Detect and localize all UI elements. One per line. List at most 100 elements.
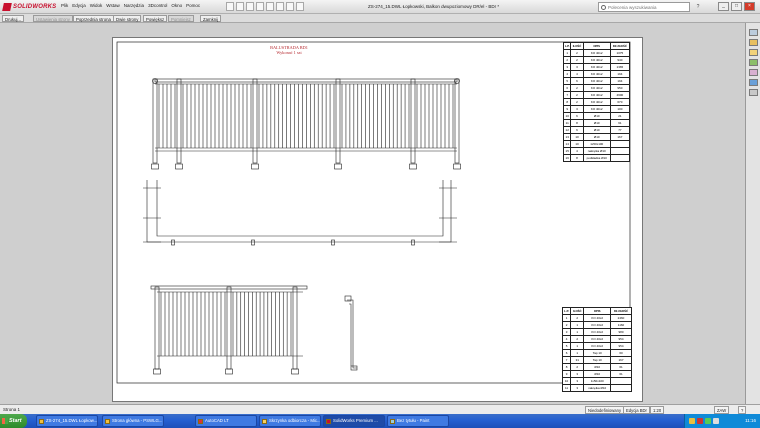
status-help[interactable]: ? bbox=[738, 406, 747, 414]
print-button[interactable]: Drukuj... bbox=[2, 15, 24, 22]
status-editing: Edycja BDr bbox=[623, 406, 650, 414]
zoom-in-button[interactable]: Powiększ bbox=[143, 15, 168, 22]
command-search bbox=[598, 2, 690, 12]
bom-cell: 3 bbox=[562, 63, 572, 71]
bom-cell: Ø10 bbox=[582, 119, 611, 127]
menu-view[interactable]: Widok bbox=[90, 3, 103, 8]
bom-cell: 3 bbox=[570, 370, 585, 378]
bom-cell: 4 bbox=[570, 70, 584, 78]
quick-access-toolbar bbox=[226, 2, 304, 11]
taskbar-item-browser[interactable]: Strona główna - PSWLG... bbox=[102, 415, 164, 427]
status-scale[interactable]: 1:20 bbox=[650, 406, 665, 414]
status-mode: ZAW bbox=[714, 406, 730, 414]
select-icon[interactable] bbox=[276, 2, 284, 11]
menu-window[interactable]: Okno bbox=[171, 3, 182, 8]
bom-row: 16 8 podkładka Ø10 bbox=[562, 154, 631, 162]
bom-cell: 100 bbox=[609, 105, 631, 113]
bom-header-cell: ILOŚĆ bbox=[570, 307, 585, 315]
menu-tools[interactable]: Narzędzia bbox=[124, 3, 144, 8]
railing-small-front-view bbox=[150, 285, 308, 375]
bom-header-cell: OPIS bbox=[583, 307, 611, 315]
menu-file[interactable]: Plik bbox=[61, 3, 68, 8]
design-library-icon[interactable] bbox=[749, 39, 758, 46]
taskbar-item-label: AutoCAD LT bbox=[205, 418, 229, 423]
small-post bbox=[292, 286, 298, 370]
bom-row: 14 10 1x50x100 bbox=[562, 140, 631, 148]
bom-cell: 1365 bbox=[609, 63, 631, 71]
bom-row: 9 3 KO 40x2 100 bbox=[562, 105, 631, 113]
maximize-icon[interactable]: □ bbox=[731, 2, 742, 11]
options-icon[interactable] bbox=[296, 2, 304, 11]
start-label: Start bbox=[9, 418, 22, 424]
custom-properties-icon[interactable] bbox=[749, 89, 758, 96]
bom-cell: 3 bbox=[561, 328, 572, 336]
tray-antivirus-icon[interactable] bbox=[697, 418, 703, 424]
start-button[interactable]: Start bbox=[0, 414, 27, 428]
taskbar-item-solidworks[interactable]: SolidWorks Premium ... bbox=[323, 415, 385, 427]
taskbar-item-document[interactable]: ZS-274_15.DWL Łopkow... bbox=[36, 415, 98, 427]
windows-taskbar: Start ZS-274_15.DWL Łopkow... Strona głó… bbox=[0, 414, 760, 428]
bom-cell: 2 bbox=[561, 321, 572, 329]
bom-row: 5 1 KO 40x2 954 bbox=[561, 342, 632, 350]
file-explorer-icon[interactable] bbox=[749, 49, 758, 56]
bom-cell: nakrętka Ø10 bbox=[582, 147, 611, 155]
two-pages-button[interactable]: Dwie strony bbox=[113, 15, 142, 22]
side-profile-inner bbox=[349, 303, 352, 366]
print-preview-toolbar: Drukuj... Ustawienia strony Poprzednia s… bbox=[0, 14, 760, 23]
bom-cell: 2 bbox=[570, 49, 584, 57]
bom-cell: 2 bbox=[570, 314, 585, 322]
taskbar-item-autocad[interactable]: AutoCAD LT bbox=[195, 415, 257, 427]
bom-cell: 61 bbox=[610, 370, 632, 378]
bom-cell: KO 40x2 bbox=[582, 84, 611, 92]
small-handrail bbox=[150, 285, 308, 290]
view-palette-icon[interactable] bbox=[749, 69, 758, 76]
bom-header-row: L.P. ILOŚĆ OPIS DŁUGOŚĆ bbox=[562, 42, 631, 50]
zoom-out-button[interactable]: Pomniejsz bbox=[168, 15, 194, 22]
taskbar-item-paint[interactable]: Bez tytułu - Paint bbox=[387, 415, 449, 427]
save-icon[interactable] bbox=[246, 2, 254, 11]
open-folder-icon[interactable] bbox=[236, 2, 244, 11]
bom-cell: 21 bbox=[609, 112, 631, 120]
print-icon[interactable] bbox=[256, 2, 264, 11]
bom-cell: 2460 bbox=[610, 314, 632, 322]
rebuild-icon[interactable] bbox=[286, 2, 294, 11]
search-pane-icon[interactable] bbox=[749, 59, 758, 66]
previous-page-button[interactable]: Poprzednia strona bbox=[73, 15, 114, 22]
minimize-icon[interactable]: _ bbox=[718, 2, 729, 11]
bom-cell: 1 bbox=[570, 328, 585, 336]
bom-cell: 6 bbox=[570, 112, 584, 120]
tray-volume-icon[interactable] bbox=[713, 418, 719, 424]
bom-cell: 10 bbox=[561, 377, 572, 385]
new-document-icon[interactable] bbox=[226, 2, 234, 11]
menu-3dcontrol[interactable]: 3Dcontrol bbox=[148, 3, 167, 8]
bom-cell: 9 bbox=[562, 105, 572, 113]
bom-cell: 194 bbox=[609, 77, 631, 85]
bom-cell: podkładka Ø10 bbox=[582, 154, 611, 162]
bom-header-cell: OPIS bbox=[582, 42, 611, 50]
side-profile-outer bbox=[347, 299, 357, 369]
menu-help[interactable]: Pomoc bbox=[186, 3, 200, 8]
appearances-icon[interactable] bbox=[749, 79, 758, 86]
bom-cell: 5 bbox=[561, 342, 572, 350]
tray-network-icon[interactable] bbox=[689, 418, 695, 424]
resources-icon[interactable] bbox=[749, 29, 758, 36]
menu-insert[interactable]: Wstaw bbox=[106, 3, 120, 8]
bom-cell: 13 bbox=[562, 133, 572, 141]
bom-cell: 194 bbox=[609, 70, 631, 78]
status-bar: Strona 1 Niedodefiniowany Edycja BDr 1:2… bbox=[0, 404, 760, 414]
search-input[interactable] bbox=[608, 4, 688, 11]
close-preview-button[interactable]: Zamknij bbox=[200, 15, 222, 22]
close-icon[interactable]: × bbox=[744, 2, 755, 11]
solidworks-logo[interactable]: SOLIDWORKS bbox=[2, 2, 57, 12]
plan-anchor bbox=[171, 239, 175, 246]
undo-icon[interactable] bbox=[266, 2, 274, 11]
tray-update-icon[interactable] bbox=[705, 418, 711, 424]
taskbar-item-outlook[interactable]: Skrzynka odbiorcza - Mic... bbox=[259, 415, 321, 427]
menu-edit[interactable]: Edycja bbox=[72, 3, 86, 8]
brand-label: SOLIDWORKS bbox=[13, 4, 57, 10]
bom-cell: 670 bbox=[609, 98, 631, 106]
help-button[interactable]: ? bbox=[694, 3, 702, 11]
window-controls: _ □ × bbox=[718, 2, 755, 11]
page-setup-button[interactable]: Ustawienia strony bbox=[33, 15, 73, 22]
search-icon bbox=[601, 5, 606, 10]
